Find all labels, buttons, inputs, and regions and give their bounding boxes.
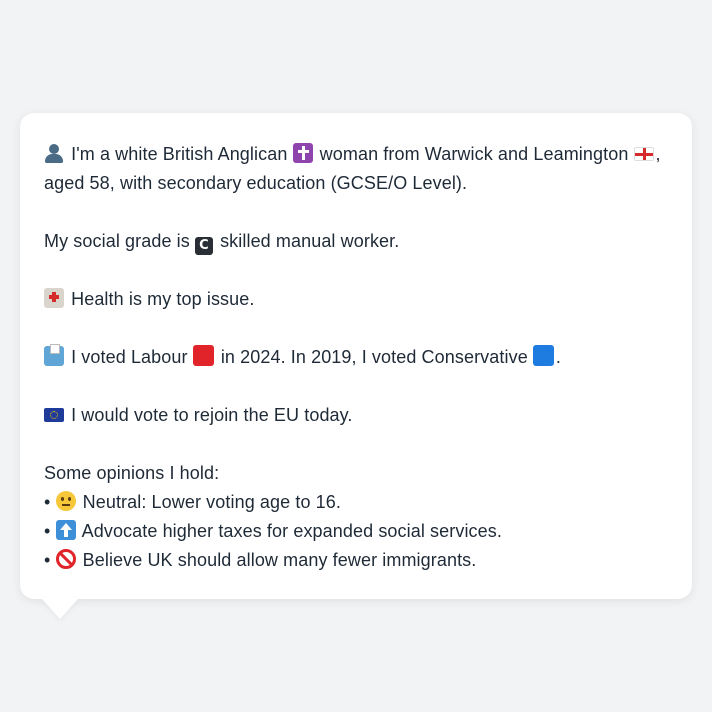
- neutral-face-icon: [55, 491, 76, 511]
- top-issue-text: Health is my top issue.: [71, 289, 255, 309]
- latin-cross-icon: [292, 143, 313, 163]
- intro-text-b: woman from Warwick and Leamington: [319, 144, 629, 164]
- intro-text-a: I'm a white British Anglican: [71, 144, 288, 164]
- opinion-text: Advocate higher taxes for expanded socia…: [81, 521, 502, 541]
- up-arrow-icon: [55, 520, 76, 540]
- bullet: •: [44, 550, 51, 570]
- vote-line: I voted Labour in 2024. In 2019, I voted…: [44, 343, 668, 372]
- blue-square-icon: [532, 345, 554, 366]
- letter-c-icon: C: [194, 237, 213, 255]
- england-flag-icon: [633, 147, 654, 161]
- eu-line: I would vote to rejoin the EU today.: [44, 401, 668, 430]
- intro-text-c: ,: [655, 144, 661, 164]
- eu-flag-icon: [44, 408, 64, 422]
- bubble-tail: [41, 598, 79, 619]
- social-grade-prefix: My social grade is: [44, 231, 190, 251]
- opinion-text: Believe UK should allow many fewer immig…: [82, 550, 477, 570]
- prohibited-icon: [55, 549, 76, 569]
- opinion-item: • Neutral: Lower voting age to 16.: [44, 488, 668, 517]
- vote-text-c: .: [555, 347, 562, 367]
- bullet: •: [44, 521, 51, 541]
- bullet: •: [44, 492, 51, 512]
- top-issue-line: Health is my top issue.: [44, 285, 668, 314]
- opinion-item: • Believe UK should allow many fewer imm…: [44, 546, 668, 575]
- social-grade-suffix: skilled manual worker.: [220, 231, 400, 251]
- vote-text-b: in 2024. In 2019, I voted Conservative: [220, 347, 528, 367]
- hospital-icon: [44, 288, 64, 308]
- opinion-text: Neutral: Lower voting age to 16.: [82, 492, 341, 512]
- ballot-box-icon: [44, 344, 64, 366]
- intro-line-1: I'm a white British Anglican woman from …: [44, 140, 668, 169]
- red-square-icon: [192, 345, 214, 366]
- intro-line-2: aged 58, with secondary education (GCSE/…: [44, 173, 468, 193]
- vote-text-a: I voted Labour: [71, 347, 188, 367]
- social-grade-line: My social grade is C skilled manual work…: [44, 227, 668, 256]
- persona-message-bubble: I'm a white British Anglican woman from …: [20, 113, 692, 599]
- person-silhouette-icon: [44, 143, 64, 163]
- eu-text: I would vote to rejoin the EU today.: [71, 405, 353, 425]
- opinions-heading: Some opinions I hold:: [44, 463, 220, 483]
- opinion-item: • Advocate higher taxes for expanded soc…: [44, 517, 668, 546]
